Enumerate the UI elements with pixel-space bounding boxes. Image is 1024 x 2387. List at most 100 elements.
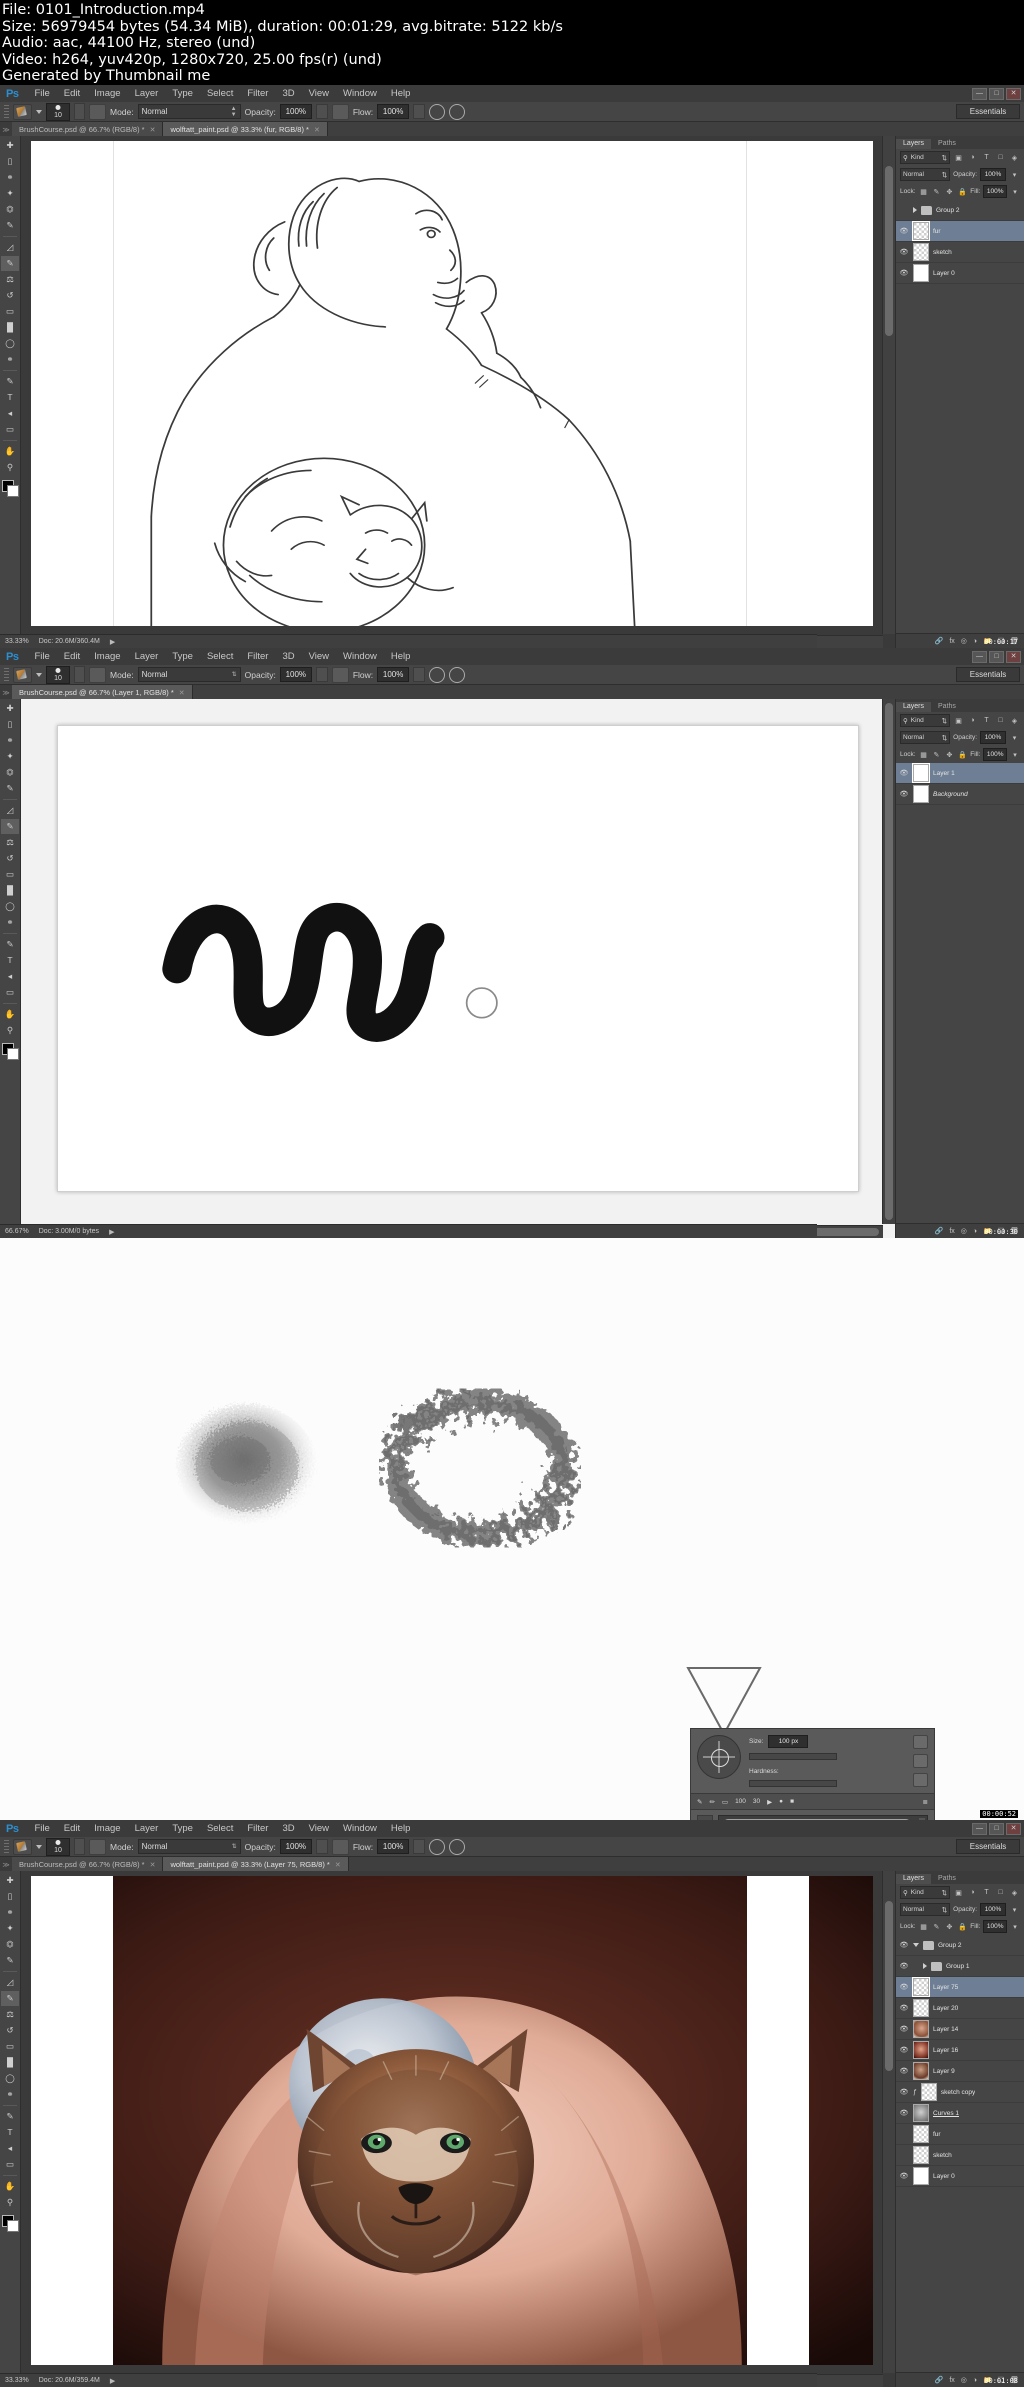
canvas-area-3[interactable] [21,1871,895,2387]
layer-thumbnail[interactable] [913,243,929,261]
menu-image[interactable]: Image [87,651,127,662]
pressure-opacity-toggle-icon[interactable] [331,103,349,120]
preset-angle-number[interactable]: 30 [753,1798,760,1805]
layer-row-sketch[interactable]: 👁 sketch [896,242,1024,263]
menu-window[interactable]: Window [336,651,384,662]
fill-value[interactable]: 100% [983,748,1008,761]
quick-select-tool[interactable]: ✦ [1,186,19,201]
close-icon[interactable]: ✕ [150,126,156,134]
opacity-value[interactable]: 100% [279,667,312,682]
layer-opacity-value[interactable]: 100% [980,168,1006,181]
hand-tool[interactable]: ✋ [1,444,19,459]
menu-edit[interactable]: Edit [57,1823,87,1834]
opacity-chevron-down-icon[interactable] [315,104,328,119]
brush-preset-chevron-down-icon[interactable] [36,1844,42,1849]
opacity-chevron-down-icon[interactable] [315,1839,328,1854]
crop-tool[interactable]: ⏣ [1,202,19,217]
zoom-tool[interactable]: ⚲ [1,2195,19,2210]
tab-layers[interactable]: Layers [896,139,932,149]
status-chevron-right-icon[interactable]: ▶ [109,1228,114,1236]
brush-tool-icon[interactable] [13,1838,32,1855]
layer-row-group1[interactable]: 👁 Group 1 [896,1956,1024,1977]
move-tool[interactable]: ✚ [1,701,19,716]
layer-row-background[interactable]: 👁 Background [896,784,1024,805]
pen-tool[interactable]: ✎ [1,2109,19,2124]
brush-preset-chevron-down-icon[interactable] [36,109,42,114]
menu-edit[interactable]: Edit [57,651,87,662]
visibility-toggle-icon[interactable]: 👁 [899,2046,909,2054]
flow-chevron-down-icon[interactable] [413,667,426,682]
status-chevron-right-icon[interactable]: ▶ [110,2377,115,2385]
path-select-tool[interactable]: ◂ [1,2141,19,2156]
workspace-selector[interactable]: Essentials [956,104,1020,119]
layer-style-icon[interactable]: fx [949,638,954,645]
lock-transparent-icon[interactable]: ▦ [919,186,929,197]
brush-size-slider[interactable] [749,1753,837,1760]
menu-filter[interactable]: Filter [240,1823,275,1834]
shape-tool[interactable]: ▭ [1,422,19,437]
lock-all-icon[interactable]: 🔒 [957,749,967,760]
close-icon[interactable]: ✕ [150,1861,156,1869]
layer-thumbnail[interactable] [920,2083,937,2101]
document-tab-brushcourse[interactable]: BrushCourse.psd @ 66.7% (RGB/8) * ✕ [12,1857,164,1872]
pressure-opacity-toggle-icon[interactable] [331,666,349,683]
crop-tool[interactable]: ⏣ [1,1937,19,1952]
layer-row-fur[interactable]: 👁 fur [896,221,1024,242]
layer-opacity-value[interactable]: 100% [980,1903,1006,1916]
layer-thumbnail[interactable] [912,763,930,783]
zoom-level[interactable]: 33.33% [5,2377,29,2384]
tab-paths[interactable]: Paths [931,139,963,149]
layer-style-icon[interactable]: fx [949,1228,954,1235]
layer-row-curves1[interactable]: 👁 Curves 1 [896,2103,1024,2124]
menu-3d[interactable]: 3D [275,1823,301,1834]
flow-chevron-down-icon[interactable] [413,1839,426,1854]
brush-panel-toggle-icon[interactable] [89,103,106,120]
pen-tool[interactable]: ✎ [1,937,19,952]
brush-size-preview[interactable]: 10 [46,1837,70,1856]
lock-transparent-icon[interactable]: ▦ [919,749,929,760]
blur-tool[interactable]: ◯ [1,336,19,351]
layer-thumbnail[interactable] [913,2062,929,2080]
eraser-icon[interactable]: ▭ [722,1798,728,1806]
fill-chevron-down-icon[interactable]: ▾ [1010,749,1020,760]
filter-adjustment-icon[interactable]: ◑ [967,152,978,163]
pressure-opacity-toggle-icon[interactable] [331,1838,349,1855]
zoom-tool[interactable]: ⚲ [1,460,19,475]
healing-brush-tool[interactable]: ◿ [1,803,19,818]
layer-opacity-value[interactable]: 100% [980,731,1006,744]
visibility-toggle-icon[interactable]: 👁 [899,227,909,235]
background-color-swatch[interactable] [7,485,19,497]
marquee-tool[interactable]: ▯ [1,154,19,169]
layer-thumbnail[interactable] [913,2125,929,2143]
fill-chevron-down-icon[interactable]: ▾ [1010,1921,1020,1932]
blur-tool[interactable]: ◯ [1,899,19,914]
menu-help[interactable]: Help [384,88,418,99]
menu-filter[interactable]: Filter [240,651,275,662]
airbrush-icon[interactable] [429,1838,446,1855]
pressure-size-icon[interactable] [449,103,466,120]
brush-size-value[interactable]: 100 px [768,1735,809,1748]
healing-brush-tool[interactable]: ◿ [1,1975,19,1990]
path-select-tool[interactable]: ◂ [1,969,19,984]
airbrush-icon[interactable] [429,103,446,120]
flow-value[interactable]: 100% [377,667,410,682]
history-brush-tool[interactable]: ↺ [1,851,19,866]
menu-image[interactable]: Image [87,88,127,99]
brush-tool[interactable]: ✎ [1,819,19,834]
healing-brush-tool[interactable]: ◿ [1,240,19,255]
filter-pixel-icon[interactable]: ▣ [953,1887,964,1898]
layer-row-layer0[interactable]: 👁 Layer 0 [896,263,1024,284]
menu-window[interactable]: Window [336,88,384,99]
shape-tool[interactable]: ▭ [1,2157,19,2172]
close-icon[interactable]: ✕ [314,126,320,134]
menu-layer[interactable]: Layer [128,88,166,99]
menu-image[interactable]: Image [87,1823,127,1834]
document-tab-brushcourse[interactable]: BrushCourse.psd @ 66.7% (Layer 1, RGB/8)… [12,685,193,700]
layer-row-layer16[interactable]: 👁 Layer 16 [896,2040,1024,2061]
fill-value[interactable]: 100% [983,1920,1008,1933]
menu-edit[interactable]: Edit [57,88,87,99]
menu-select[interactable]: Select [200,88,240,99]
foreground-background-color[interactable] [2,2215,19,2232]
flow-chevron-down-icon[interactable] [413,104,426,119]
clone-stamp-tool[interactable]: ⚖ [1,272,19,287]
